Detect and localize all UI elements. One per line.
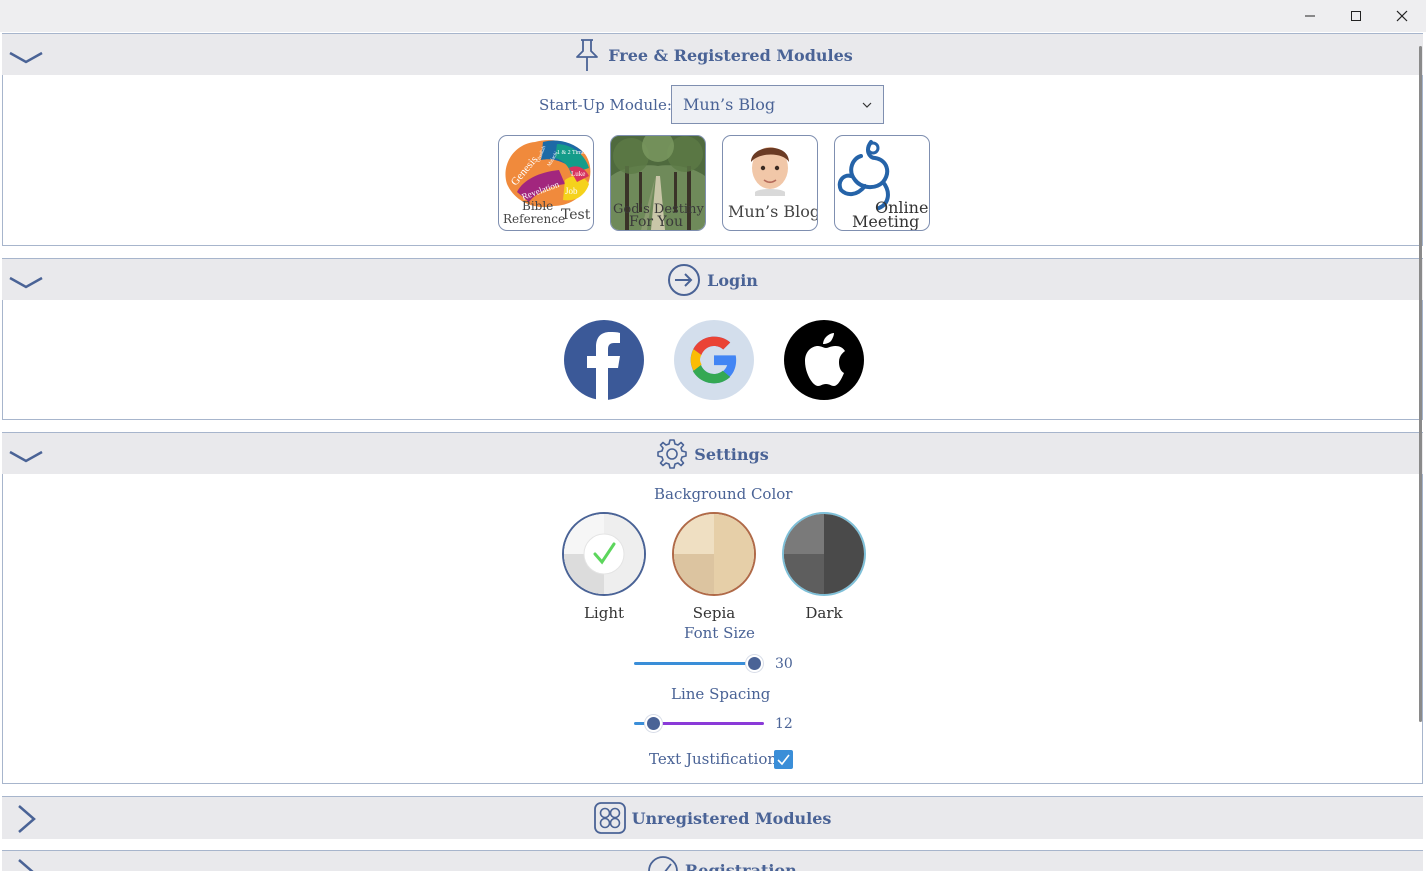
tile-label-line2: Meeting: [852, 212, 920, 231]
module-tile-online-meeting[interactable]: Online Meeting: [834, 135, 930, 231]
facebook-icon: [587, 332, 620, 400]
apple-icon: [805, 333, 845, 386]
background-color-label: Background Color: [654, 485, 793, 503]
login-section-title: Login: [707, 270, 758, 290]
startup-module-label: Start-Up Module:: [539, 96, 672, 114]
tile-label-line3: Test: [561, 207, 591, 223]
font-size-slider-thumb[interactable]: [746, 655, 763, 672]
font-size-slider-track[interactable]: [634, 662, 756, 665]
tile-label: Mun’s Blog: [728, 202, 818, 221]
login-section-header[interactable]: Login: [2, 258, 1423, 301]
facebook-login-button[interactable]: [564, 320, 644, 400]
vertical-scrollbar[interactable]: [1419, 46, 1422, 722]
dark-theme-swatch-graphic: [784, 514, 864, 594]
close-button[interactable]: [1379, 4, 1425, 28]
google-login-button[interactable]: [674, 320, 754, 400]
brain-word-timothy: 1 & 2 Timothy: [557, 150, 593, 156]
theme-label-light: Light: [583, 604, 625, 622]
gear-icon: [657, 439, 688, 469]
avatar-icon: [751, 147, 789, 196]
module-tile-gods-destiny[interactable]: God's Destiny For You: [610, 135, 706, 231]
theme-label-sepia: Sepia: [692, 604, 736, 622]
registration-section-header[interactable]: Registration: [2, 850, 1423, 871]
minimize-button[interactable]: [1287, 4, 1333, 28]
theme-swatch-sepia[interactable]: [672, 512, 756, 596]
maximize-icon: [1351, 11, 1361, 21]
module-tile-muns-blog[interactable]: Mun’s Blog: [722, 135, 818, 231]
brain-word-luke: Luke: [571, 170, 585, 178]
line-spacing-slider-thumb[interactable]: [645, 715, 662, 732]
theme-swatch-light[interactable]: [562, 512, 646, 596]
title-bar: [0, 0, 1426, 32]
apple-login-button[interactable]: [784, 320, 864, 400]
checkmark-icon: [777, 754, 790, 766]
login-icon: [668, 264, 701, 296]
minimize-icon: [1305, 15, 1315, 17]
line-spacing-value: 12: [775, 716, 793, 732]
theme-label-dark: Dark: [805, 604, 843, 622]
startup-module-value: Mun’s Blog: [683, 95, 776, 114]
close-icon: [1396, 10, 1408, 22]
modules-grid-icon: [593, 802, 626, 834]
settings-section-header[interactable]: Settings: [2, 432, 1423, 475]
startup-module-dropdown[interactable]: Mun’s Blog: [671, 85, 884, 124]
theme-swatch-dark[interactable]: [782, 512, 866, 596]
unregistered-section-header[interactable]: Unregistered Modules: [2, 796, 1423, 839]
light-theme-swatch-graphic: [564, 514, 644, 594]
chevron-right-icon[interactable]: [16, 857, 38, 871]
sepia-theme-swatch-graphic: [674, 514, 754, 594]
line-spacing-slider-track[interactable]: [654, 722, 764, 725]
google-icon: [690, 336, 737, 384]
modules-section-header[interactable]: Free & Registered Modules: [2, 33, 1423, 76]
text-justification-label: Text Justification: [649, 750, 778, 768]
settings-section-title: Settings: [694, 444, 769, 464]
unregistered-section-title: Unregistered Modules: [631, 808, 832, 828]
chevron-down-icon: [862, 102, 872, 108]
brain-word-job: Job: [565, 186, 578, 196]
pin-icon: [576, 39, 599, 71]
module-tile-bible-reference-test[interactable]: Genesis Revelation Job Luke 1 & 2 Timoth…: [498, 135, 594, 231]
tile-label-line2: Reference: [503, 212, 566, 226]
tile-label-line1: Bible: [522, 199, 554, 213]
text-justification-checkbox[interactable]: [774, 750, 793, 769]
maximize-button[interactable]: [1333, 4, 1379, 28]
checkmark-circle-icon: [648, 856, 678, 871]
font-size-label: Font Size: [684, 624, 755, 642]
font-size-value: 30: [775, 656, 793, 672]
tile-label-line2: For You: [629, 214, 683, 230]
modules-section-title: Free & Registered Modules: [608, 45, 853, 65]
line-spacing-label: Line Spacing: [671, 685, 771, 703]
